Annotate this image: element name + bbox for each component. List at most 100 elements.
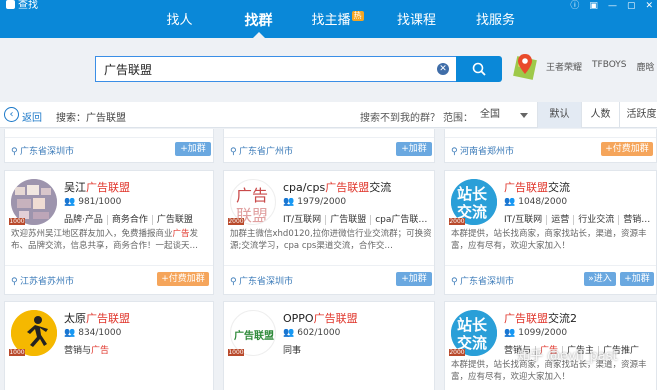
group-name[interactable]: 吴江广告联盟: [64, 179, 130, 195]
clear-icon[interactable]: ✕: [437, 63, 449, 75]
join-button[interactable]: +加群: [396, 272, 432, 286]
member-count: 👥 1048/2000: [504, 197, 568, 207]
watermark: 知乎 @evil_past: [517, 349, 618, 364]
sort-tab-members[interactable]: 人数: [581, 102, 619, 128]
paid-join-button[interactable]: +付费加群: [601, 142, 653, 156]
svg-text:站长: 站长: [457, 316, 488, 334]
members-icon: 👥: [504, 197, 516, 207]
hot-badge: 热: [351, 11, 364, 21]
group-name[interactable]: cpa/cps广告联盟交流: [283, 179, 391, 195]
paid-join-button[interactable]: +付费加群: [157, 272, 209, 286]
level-badge: 2000: [449, 349, 465, 356]
hot-tag[interactable]: 王者荣耀: [546, 60, 582, 73]
back-link[interactable]: 返回: [22, 109, 42, 124]
level-badge: 2000: [449, 218, 465, 225]
app-icon: [6, 0, 15, 9]
group-tags: 品牌·产品 商务合作 广告联盟: [64, 215, 193, 225]
sort-tab-activity[interactable]: 活跃度: [619, 102, 657, 128]
group-name[interactable]: 广告联盟交流: [504, 179, 570, 195]
group-description: 本群提供，站长找商家，商家找站长，渠道，资源丰富，应有尽有，欢迎大家加入！: [451, 229, 647, 251]
group-name[interactable]: OPPO广告联盟: [283, 310, 358, 326]
member-count: 👥 981/1000: [64, 197, 122, 207]
skin-icon[interactable]: ▣: [589, 0, 598, 12]
group-card[interactable]: 1000 吴江广告联盟 👥 981/1000 品牌·产品 商务合作 广告联盟 欢迎苏州…: [4, 170, 214, 295]
location-label: ⚲ 广东省深圳市: [230, 277, 294, 287]
members-icon: 👥: [504, 328, 516, 338]
group-description: 欢迎苏州吴江地区群友加入，免费播报商业广告发布、品牌交流，信息共享，商务合作！一…: [11, 229, 199, 251]
hot-tag[interactable]: 鹿晗: [637, 60, 655, 73]
members-icon: 👥: [283, 197, 295, 207]
sort-tab-default[interactable]: 默认: [537, 102, 581, 128]
svg-text:站长: 站长: [457, 185, 488, 203]
search-summary: 搜索：广告联盟: [56, 113, 126, 124]
group-card[interactable]: ⚲ 河南省郑州市 +付费加群: [444, 129, 657, 163]
group-card[interactable]: ⚲ 广东省广州市 +加群: [223, 129, 435, 163]
tab-find-streamer[interactable]: 找主播热: [298, 10, 377, 32]
level-badge: 2000: [228, 218, 244, 225]
location-pin-icon: ⚲: [11, 147, 18, 157]
tab-find-service[interactable]: 找服务: [456, 10, 535, 32]
group-card[interactable]: 广告联盟 1000 OPPO广告联盟 👥 602/1000 同事: [223, 301, 435, 390]
join-button[interactable]: +加群: [175, 142, 211, 156]
filter-bar: ‹ 返回 搜索：广告联盟 搜索不到我的群？ 范围： 全国 默认 人数 活跃度: [0, 102, 657, 128]
level-badge: 1000: [9, 218, 25, 225]
member-count: 👥 834/1000: [64, 328, 122, 338]
range-select[interactable]: 全国: [472, 106, 536, 124]
member-count: 👥 602/1000: [283, 328, 341, 338]
minimize-icon[interactable]: —: [608, 0, 617, 12]
join-button[interactable]: +加群: [620, 272, 654, 286]
location-pin-icon: ⚲: [230, 147, 237, 157]
location-label: ⚲ 河南省郑州市: [451, 147, 515, 157]
group-card[interactable]: ⚲ 广东省深圳市 +加群: [4, 129, 214, 163]
top-nav-bar: 查找 ⓘ ▣ — ▢ ✕ 找人 找群 找主播热 找课程 找服务: [0, 0, 657, 38]
group-name[interactable]: 太原广告联盟: [64, 310, 130, 326]
search-icon: [472, 62, 486, 76]
tab-find-group[interactable]: 找群: [219, 10, 298, 38]
group-card[interactable]: 站长 交流 2000 广告联盟交流 👥 1048/2000 IT/互联网 运营 行业交…: [444, 170, 657, 295]
group-tags: IT/互联网 运营 行业交流 营销…: [504, 215, 651, 225]
location-pin-icon: ⚲: [451, 277, 458, 287]
join-button[interactable]: +加群: [396, 142, 432, 156]
group-tags: IT/互联网 广告联盟 cpa广告联…: [283, 215, 428, 225]
enter-button[interactable]: »进入: [584, 272, 616, 286]
location-pin-icon: ⚲: [11, 277, 18, 287]
back-arrow-icon[interactable]: ‹: [4, 107, 19, 122]
location-label: ⚲ 广东省深圳市: [451, 277, 515, 287]
range-label: 范围：: [443, 113, 473, 124]
window-title: 查找: [6, 0, 38, 12]
members-icon: 👥: [64, 197, 76, 207]
location-pin-icon: ⚲: [230, 277, 237, 287]
maximize-icon[interactable]: ▢: [627, 0, 636, 12]
group-tags: 同事: [283, 346, 302, 356]
group-card[interactable]: 广告 联盟 2000 cpa/cps广告联盟交流 👥 1979/2000 IT/互…: [223, 170, 435, 295]
window-title-text: 查找: [18, 0, 38, 11]
location-label: ⚲ 广东省广州市: [230, 147, 294, 157]
map-pin-icon[interactable]: [513, 52, 537, 82]
location-pin-icon: ⚲: [451, 147, 458, 157]
not-found-link[interactable]: 搜索不到我的群？: [360, 109, 440, 124]
member-count: 👥 1099/2000: [504, 328, 568, 338]
search-button[interactable]: [456, 56, 502, 82]
tab-find-people[interactable]: 找人: [140, 10, 219, 32]
main-nav: 找人 找群 找主播热 找课程 找服务: [140, 10, 535, 38]
level-badge: 1000: [228, 349, 244, 356]
members-icon: 👥: [64, 328, 76, 338]
chevron-down-icon: [520, 113, 528, 118]
group-name[interactable]: 广告联盟交流2: [504, 310, 577, 326]
group-description: 加群主微信xhd0120,拉你进微信行业交流群；可换资源;交流学习，cpa cp…: [230, 229, 432, 251]
group-card[interactable]: 1000 太原广告联盟 👥 834/1000 营销与广告: [4, 301, 214, 390]
location-label: ⚲ 江苏省苏州市: [11, 277, 75, 287]
window-controls: ⓘ ▣ — ▢ ✕: [570, 0, 653, 12]
group-tags: 营销与广告: [64, 346, 110, 356]
close-icon[interactable]: ✕: [645, 0, 653, 12]
search-area: ✕ 王者荣耀 TFBOYS 鹿晗: [0, 38, 657, 100]
info-icon[interactable]: ⓘ: [570, 0, 579, 12]
tab-find-course[interactable]: 找课程: [377, 10, 456, 32]
search-input[interactable]: [96, 57, 426, 81]
hot-search-tags: 王者荣耀 TFBOYS 鹿晗: [546, 60, 655, 73]
svg-text:广告: 广告: [236, 186, 268, 205]
svg-text:广告联盟: 广告联盟: [234, 329, 274, 342]
location-label: ⚲ 广东省深圳市: [11, 147, 75, 157]
hot-tag[interactable]: TFBOYS: [592, 60, 627, 73]
member-count: 👥 1979/2000: [283, 197, 347, 207]
